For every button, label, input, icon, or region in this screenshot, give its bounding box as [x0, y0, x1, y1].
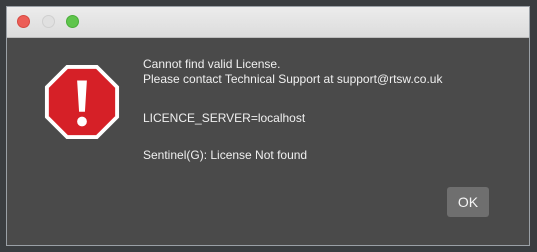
license-error-dialog: Cannot find valid License. Please contac… — [6, 6, 530, 246]
error-message-line-2: Please contact Technical Support at supp… — [143, 72, 443, 86]
minimize-window-button[interactable] — [42, 15, 55, 28]
stop-octagon-exclamation-icon — [44, 64, 120, 140]
sentinel-status-text: Sentinel(G): License Not found — [143, 148, 308, 162]
licence-server-text: LICENCE_SERVER=localhost — [143, 111, 306, 125]
close-window-button[interactable] — [17, 15, 30, 28]
zoom-window-button[interactable] — [66, 15, 79, 28]
ok-button[interactable]: OK — [447, 187, 489, 217]
error-message-line-1: Cannot find valid License. — [143, 57, 281, 71]
title-bar — [7, 7, 529, 38]
